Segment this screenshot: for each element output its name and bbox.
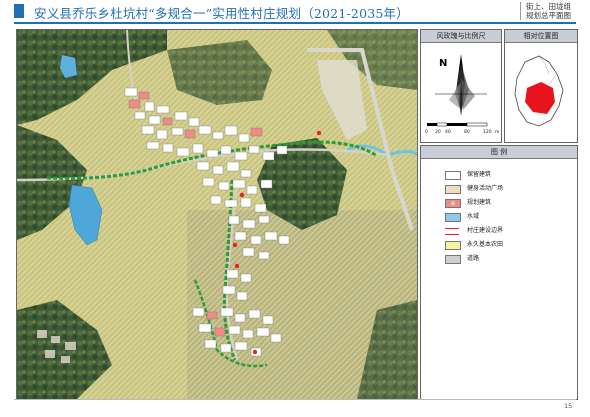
scale-tick-120: 120	[483, 130, 492, 135]
compass-panel: 风玫瑰与比例尺 N 0 20 40 80 120 m	[420, 29, 502, 143]
legend-heading: 图 例	[421, 146, 577, 159]
legend-swatch-water	[445, 213, 461, 222]
legend-label-planned: 规划建筑	[467, 199, 492, 206]
activity-point-4	[234, 263, 240, 269]
location-panel-heading: 相对位置图	[505, 30, 577, 43]
location-map	[514, 55, 564, 127]
master-plan-map[interactable]	[16, 29, 418, 400]
legend-swatch-retained	[445, 171, 461, 180]
bottom-rule	[14, 399, 576, 400]
scale-tick-40: 40	[445, 130, 451, 135]
legend-swatch-plaza	[445, 185, 461, 194]
subtitle-line-1: 街上、田垅组	[526, 2, 571, 11]
scale-tick-0: 0	[425, 130, 428, 135]
activity-point-2	[239, 192, 245, 198]
legend-swatch-mark: 规	[451, 201, 455, 206]
legend-swatch-farmland	[445, 241, 461, 250]
compass-panel-heading: 风玫瑰与比例尺	[421, 30, 501, 43]
page-number: 15	[564, 402, 573, 410]
scale-tick-20: 20	[435, 130, 441, 135]
location-panel: 相对位置图	[504, 29, 578, 143]
title-marker	[14, 4, 24, 18]
legend-label-farmland: 永久基本农田	[467, 241, 504, 248]
side-panel: 风玫瑰与比例尺 N 0 20 40 80 120 m 相对位置图 图 例 保留建…	[420, 29, 578, 400]
page-title: 安义县乔乐乡杜坑村“多规合一”实用性村庄规划（2021-2035年）	[34, 6, 409, 21]
legend-swatch-planned: 规	[445, 199, 461, 208]
header-divider	[520, 2, 521, 20]
aerial-map-canvas	[17, 30, 417, 399]
wind-rose-icon	[435, 54, 487, 116]
scale-unit: m	[495, 130, 500, 135]
activity-point-5	[252, 349, 258, 355]
map-subtitle: 街上、田垅组 规划总平面图	[526, 2, 590, 20]
legend-panel: 图 例 保留建筑 健身活动广场 规 规划建筑 水域 村庄建设边界 永久基本农田 …	[420, 145, 578, 400]
scale-tick-labels: 0 20 40 80 120 m	[425, 130, 501, 138]
legend-label-road: 道路	[467, 255, 480, 262]
title-bar: 安义县乔乐乡杜坑村“多规合一”实用性村庄规划（2021-2035年） 街上、田垅…	[0, 0, 590, 24]
legend-label-boundary: 村庄建设边界	[467, 227, 504, 234]
legend-label-retained: 保留建筑	[467, 171, 492, 178]
scale-tick-80: 80	[464, 130, 470, 135]
subtitle-line-2: 规划总平面图	[526, 11, 571, 20]
legend-label-plaza: 健身活动广场	[467, 185, 504, 192]
activity-point-3	[232, 242, 238, 248]
legend-swatch-boundary	[445, 228, 459, 235]
title-rule	[14, 22, 576, 24]
legend-swatch-road	[445, 255, 461, 264]
legend-label-water: 水域	[467, 213, 480, 220]
activity-point-1	[316, 130, 322, 136]
